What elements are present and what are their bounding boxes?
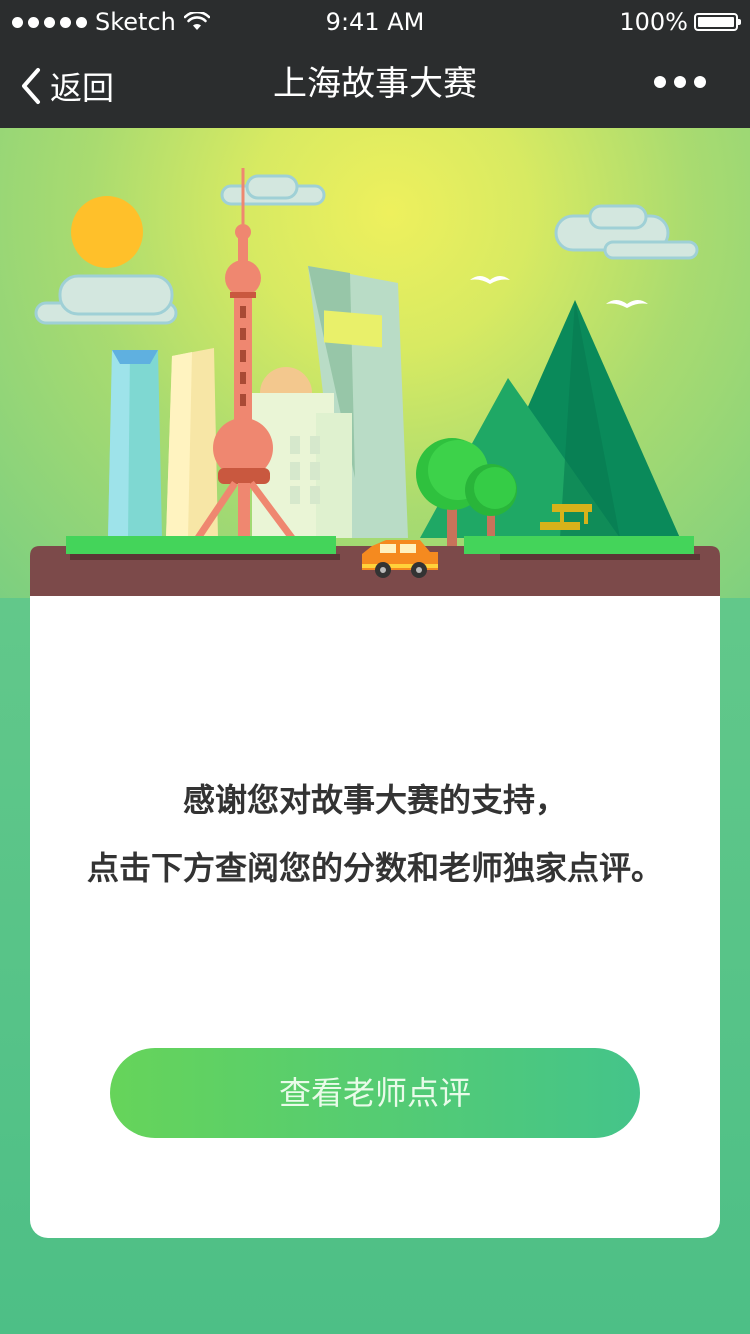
dome-shape [260, 367, 312, 393]
bird-icon [470, 276, 510, 284]
shanghai-skyline-illustration [0, 128, 750, 598]
grass-shape [500, 554, 700, 560]
thank-you-message: 感谢您对故事大赛的支持， 点击下方查阅您的分数和老师独家点评。 [30, 766, 720, 902]
building-shape [108, 350, 130, 538]
page-title: 上海故事大赛 [273, 64, 477, 104]
more-dots-icon[interactable] [654, 76, 706, 88]
building-shape [316, 413, 352, 538]
info-card: 感谢您对故事大赛的支持， 点击下方查阅您的分数和老师独家点评。 查看老师点评 [30, 596, 720, 1238]
battery-percent: 100% [619, 8, 688, 36]
grass-shape [70, 554, 340, 560]
battery-icon [694, 13, 741, 31]
grass-shape [66, 536, 336, 554]
window-shape [324, 310, 382, 348]
navigation-bar: 返回 上海故事大赛 [0, 44, 750, 128]
cloud-icon [34, 274, 178, 325]
grass-shape [464, 536, 694, 554]
bird-icon [606, 300, 648, 308]
message-line-2: 点击下方查阅您的分数和老师独家点评。 [86, 849, 663, 887]
skyline-scene [30, 168, 720, 598]
view-teacher-review-button[interactable]: 查看老师点评 [110, 1048, 640, 1138]
status-bar: Sketch 9:41 AM 100% [0, 0, 750, 44]
cloud-icon [554, 204, 699, 260]
top-bar: Sketch 9:41 AM 100% 返回 上海故事大赛 [0, 0, 750, 128]
sun-icon [71, 196, 143, 268]
cloud-icon [220, 174, 326, 206]
building-shape [166, 352, 192, 538]
message-line-1: 感谢您对故事大赛的支持， [182, 781, 567, 819]
status-right: 100% [619, 0, 741, 44]
building-shape [112, 350, 158, 364]
